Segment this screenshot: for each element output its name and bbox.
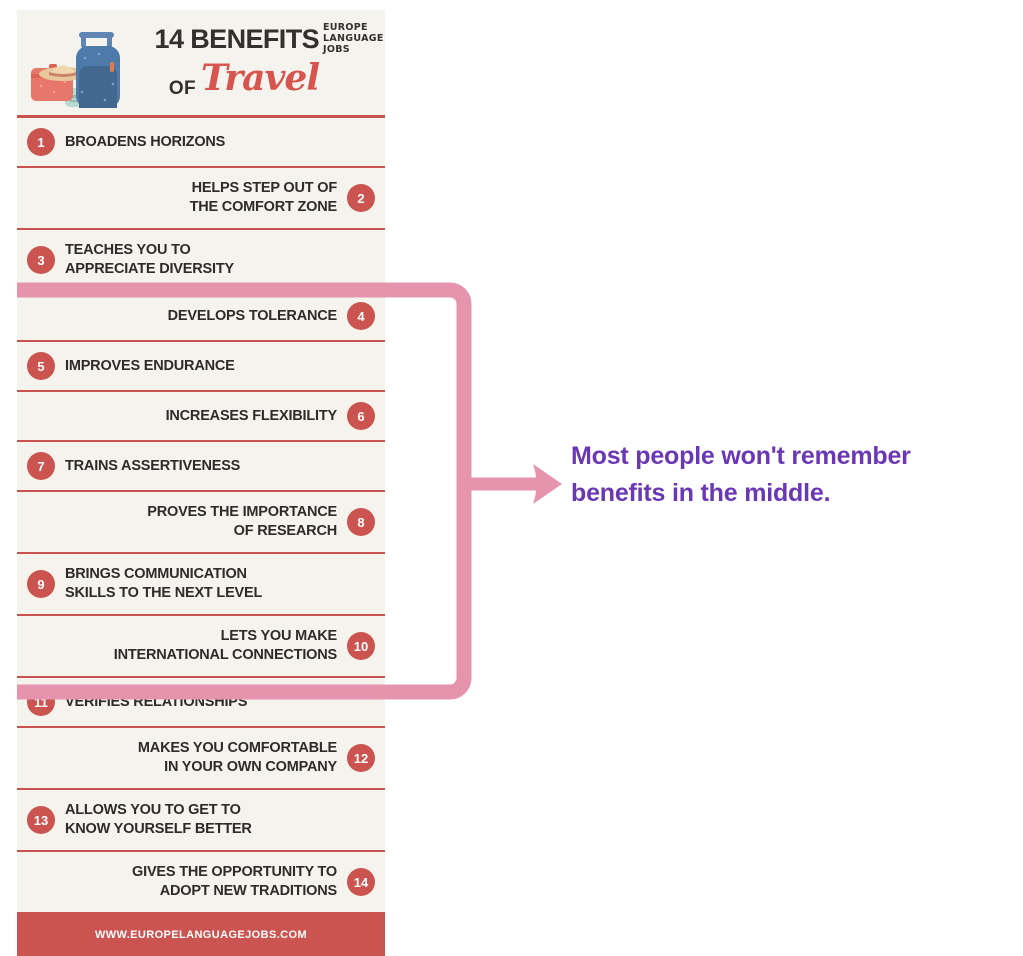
infographic-header: 14 BENEFITS OF Travel EUROPE LANGUAGE JOB… <box>17 10 385 118</box>
benefit-number-badge: 14 <box>347 868 375 896</box>
benefit-row: 5 IMPROVES ENDURANCE <box>17 342 385 392</box>
benefit-row: 12 MAKES YOU COMFORTABLE IN YOUR OWN COMP… <box>17 728 385 790</box>
benefit-row: 7 TRAINS ASSERTIVENESS <box>17 442 385 492</box>
benefit-row: 11 VERIFIES RELATIONSHIPS <box>17 678 385 728</box>
title-block: 14 BENEFITS OF Travel <box>127 24 320 99</box>
benefit-label: HELPS STEP OUT OF THE COMFORT ZONE <box>189 180 338 215</box>
page-title-of: OF <box>168 78 197 99</box>
benefit-label: GIVES THE OPPORTUNITY TO ADOPT NEW TRADI… <box>132 864 337 899</box>
benefit-label: BROADENS HORIZONS <box>65 133 226 150</box>
benefit-row: 13 ALLOWS YOU TO GET TO KNOW YOURSELF BET… <box>17 790 385 852</box>
benefit-label: LETS YOU MAKE INTERNATIONAL CONNECTIONS <box>113 628 337 663</box>
benefit-number-badge: 3 <box>27 246 55 274</box>
benefit-row: 6 INCREASES FLEXIBILITY <box>17 392 385 442</box>
infographic-footer: WWW.EUROPELANGUAGEJOBS.COM <box>17 914 385 956</box>
benefit-row: 9 BRINGS COMMUNICATION SKILLS TO THE NEXT… <box>17 554 385 616</box>
benefit-row: 14 GIVES THE OPPORTUNITY TO ADOPT NEW TRA… <box>17 852 385 914</box>
benefit-row: 10 LETS YOU MAKE INTERNATIONAL CONNECTION… <box>17 616 385 678</box>
benefit-number-badge: 4 <box>347 302 375 330</box>
infographic-card: 14 BENEFITS OF Travel EUROPE LANGUAGE JOB… <box>17 10 385 956</box>
benefit-number-badge: 12 <box>347 744 375 772</box>
benefit-number-badge: 8 <box>347 508 375 536</box>
benefit-number-badge: 6 <box>347 402 375 430</box>
benefit-label: PROVES THE IMPORTANCE OF RESEARCH <box>147 504 337 539</box>
benefit-label: IMPROVES ENDURANCE <box>65 357 235 374</box>
benefit-label: TEACHES YOU TO APPRECIATE DIVERSITY <box>65 242 234 277</box>
benefit-label: INCREASES FLEXIBILITY <box>165 407 338 424</box>
benefit-number-badge: 7 <box>27 452 55 480</box>
benefit-row: 3 TEACHES YOU TO APPRECIATE DIVERSITY <box>17 230 385 292</box>
annotation-callout: Most people won't remember benefits in t… <box>571 438 1011 512</box>
benefit-label: ALLOWS YOU TO GET TO KNOW YOURSELF BETTE… <box>65 802 252 837</box>
benefit-row: 8 PROVES THE IMPORTANCE OF RESEARCH <box>17 492 385 554</box>
page-title-sub: OF Travel <box>127 57 320 99</box>
page-title-script: Travel <box>201 57 320 99</box>
brand-logo-line-3: JOBS <box>323 44 350 56</box>
benefit-row: 4 DEVELOPS TOLERANCE <box>17 292 385 342</box>
benefit-label: VERIFIES RELATIONSHIPS <box>65 693 248 710</box>
arrow-head-icon <box>533 464 562 504</box>
brand-logo-line-2: LANGUAGE <box>323 33 384 45</box>
benefit-label: BRINGS COMMUNICATION SKILLS TO THE NEXT … <box>65 566 263 601</box>
benefit-number-badge: 13 <box>27 806 55 834</box>
benefit-row: 2 HELPS STEP OUT OF THE COMFORT ZONE <box>17 168 385 230</box>
footer-url: WWW.EUROPELANGUAGEJOBS.COM <box>94 929 308 941</box>
brand-logo-line-1: EUROPE <box>323 22 368 33</box>
benefit-number-badge: 2 <box>347 184 375 212</box>
brand-logo: EUROPE LANGUAGE JOBS <box>323 22 384 56</box>
benefit-number-badge: 11 <box>27 688 55 716</box>
benefit-number-badge: 1 <box>27 128 55 156</box>
benefit-number-badge: 5 <box>27 352 55 380</box>
benefit-label: MAKES YOU COMFORTABLE IN YOUR OWN COMPAN… <box>137 740 337 775</box>
benefits-list: 1 BROADENS HORIZONS 2 HELPS STEP OUT OF THE… <box>17 118 385 914</box>
benefit-number-badge: 9 <box>27 570 55 598</box>
benefit-row: 1 BROADENS HORIZONS <box>17 118 385 168</box>
benefit-label: DEVELOPS TOLERANCE <box>167 307 338 324</box>
page-title-main: 14 BENEFITS <box>154 24 320 54</box>
benefit-number-badge: 10 <box>347 632 375 660</box>
annotation-text: Most people won't remember benefits in t… <box>571 442 911 507</box>
benefit-label: TRAINS ASSERTIVENESS <box>65 457 241 474</box>
